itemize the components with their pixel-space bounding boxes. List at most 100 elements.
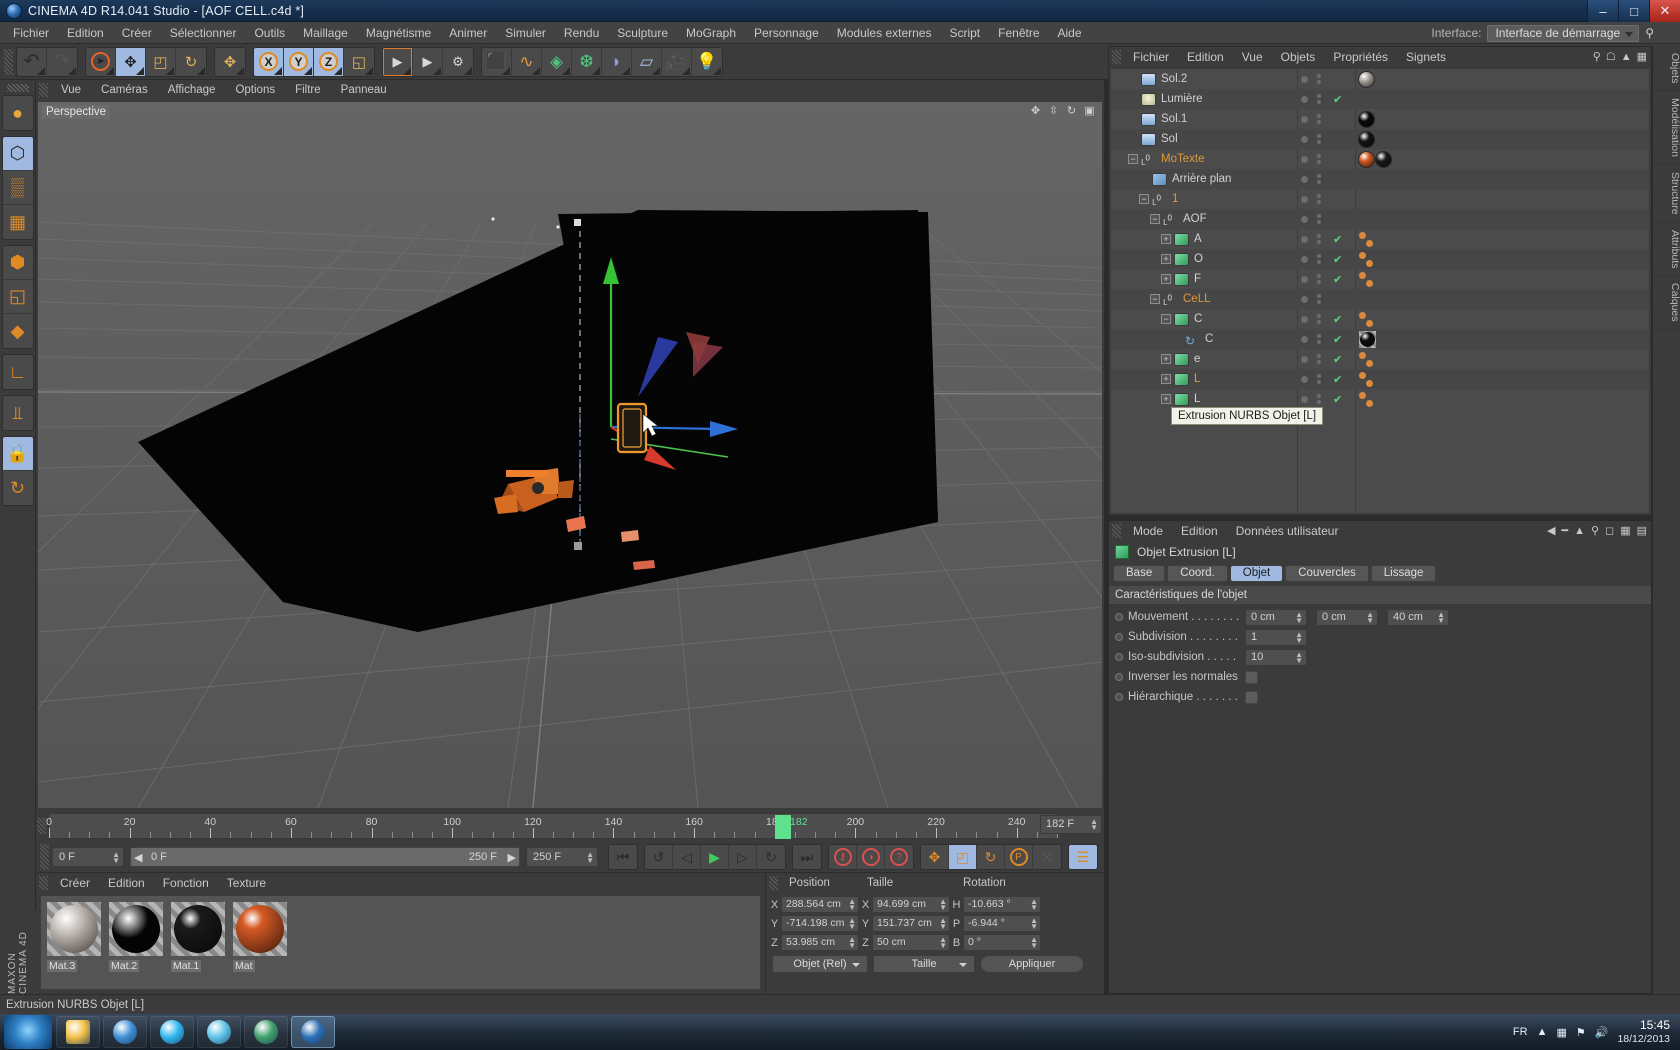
redo-icon[interactable]: ↷: [47, 47, 77, 76]
visibility-editor-dot[interactable]: [1301, 315, 1308, 323]
material-tag[interactable]: [1358, 70, 1375, 88]
taskbar-browser-icon[interactable]: [103, 1016, 147, 1048]
record-key-button[interactable]: ⚷: [829, 845, 857, 869]
undo-icon[interactable]: ↶: [17, 47, 47, 76]
play-button[interactable]: ▶: [701, 845, 729, 869]
mograph-tag[interactable]: [1359, 351, 1373, 367]
expander-toggle[interactable]: +: [1161, 254, 1171, 264]
object-menu-edition[interactable]: Edition: [1178, 46, 1233, 68]
expander-toggle[interactable]: +: [1161, 354, 1171, 364]
attribute-checkbox[interactable]: [1245, 670, 1258, 684]
visibility-editor-dot[interactable]: [1301, 135, 1308, 143]
viewport-grip[interactable]: [39, 83, 48, 97]
material-tag[interactable]: [1359, 330, 1376, 348]
visibility-render-dots[interactable]: [1317, 274, 1321, 284]
next-key-button[interactable]: ↻: [757, 845, 785, 869]
cube-icon[interactable]: ⬛: [482, 47, 512, 76]
expander-toggle[interactable]: −: [1150, 294, 1160, 304]
visibility-editor-dot[interactable]: [1301, 395, 1308, 403]
taskbar-skype-icon[interactable]: [150, 1016, 194, 1048]
enable-check-icon[interactable]: ✔: [1333, 93, 1342, 106]
material-tag[interactable]: [1358, 150, 1375, 168]
keyframe-selection-button[interactable]: ?: [885, 845, 913, 869]
coordinate-size-field[interactable]: 151.737 cm ▲ ▼: [872, 915, 950, 932]
attribute-spinner[interactable]: ▲ ▼: [1295, 630, 1303, 644]
object-menu-vue[interactable]: Vue: [1233, 46, 1272, 68]
expander-toggle[interactable]: +: [1161, 234, 1171, 244]
coordinate-position-field[interactable]: -714.198 cm ▲ ▼: [781, 915, 859, 932]
object-mode-icon[interactable]: ⬡: [2, 137, 33, 171]
back-icon[interactable]: ◀: [1547, 524, 1555, 537]
visibility-render-dots[interactable]: [1317, 214, 1321, 224]
right-tab-objets[interactable]: Objets: [1653, 46, 1680, 92]
attribute-spinner[interactable]: ▲ ▼: [1295, 650, 1303, 664]
menu-item-magn-tisme[interactable]: Magnétisme: [357, 22, 440, 44]
coordinate-position-field[interactable]: 288.564 cm ▲ ▼: [781, 896, 859, 913]
pan-icon[interactable]: ✥: [1029, 105, 1042, 118]
object-menu-objets[interactable]: Objets: [1272, 46, 1325, 68]
visibility-render-dots[interactable]: [1317, 154, 1321, 164]
coordinate-spinner[interactable]: ▲ ▼: [1030, 898, 1038, 912]
select-icon[interactable]: ➤: [86, 47, 116, 76]
material-item[interactable]: Mat.1: [171, 902, 225, 974]
attribute-input[interactable]: 0 cm ▲ ▼: [1316, 608, 1378, 626]
expander-toggle[interactable]: −: [1161, 314, 1171, 324]
menu-item-aide[interactable]: Aide: [1049, 22, 1091, 44]
menu-item-fen-tre[interactable]: Fenêtre: [989, 22, 1048, 44]
taskbar-dreamweaver-icon[interactable]: [244, 1016, 288, 1048]
attribute-input[interactable]: 0 cm ▲ ▼: [1245, 608, 1307, 626]
current-frame-field[interactable]: 0 F ▲ ▼: [52, 847, 124, 867]
visibility-render-dots[interactable]: [1317, 374, 1321, 384]
object-row[interactable]: Sol.2: [1111, 69, 1649, 89]
visibility-editor-dot[interactable]: [1301, 255, 1308, 263]
polygons-mode-icon[interactable]: ◆: [3, 314, 33, 348]
object-row[interactable]: − ʟ0 MoTexte: [1111, 149, 1649, 169]
render-settings-icon[interactable]: ⚙: [443, 47, 473, 76]
visibility-editor-dot[interactable]: [1301, 335, 1308, 343]
visibility-editor-dot[interactable]: [1301, 115, 1308, 123]
rotate-icon[interactable]: ↻: [176, 47, 206, 76]
viewport-menu-caméras[interactable]: Caméras: [91, 80, 158, 100]
coordinate-spinner[interactable]: ▲ ▼: [848, 936, 856, 950]
menu-item-cr-er[interactable]: Créer: [113, 22, 161, 44]
workplane-icon[interactable]: ▦: [3, 205, 33, 239]
coordinate-size-field[interactable]: 50 cm ▲ ▼: [872, 934, 950, 951]
attribute-menu-mode[interactable]: Mode: [1124, 520, 1172, 542]
grid-icon[interactable]: ▦: [1637, 50, 1647, 63]
object-row[interactable]: − ʟ0 1: [1111, 189, 1649, 209]
viewport-canvas[interactable]: Perspective ✥ ⇳ ↻ ▣: [38, 102, 1102, 808]
menu-item-edition[interactable]: Edition: [58, 22, 113, 44]
animbar-grip[interactable]: [40, 844, 49, 870]
viewport-menu-affichage[interactable]: Affichage: [158, 80, 226, 100]
attribute-tab-objet[interactable]: Objet: [1229, 565, 1284, 582]
object-row[interactable]: Arrière plan: [1111, 169, 1649, 189]
coordinate-spinner[interactable]: ▲ ▼: [1030, 917, 1038, 931]
taskbar-cinema4d-icon[interactable]: [291, 1016, 335, 1048]
object-row[interactable]: Lumière ✔: [1111, 89, 1649, 109]
attribute-spinner[interactable]: ▲ ▼: [1437, 610, 1445, 624]
animate-bullet[interactable]: [1115, 653, 1123, 661]
right-tab-calques[interactable]: Calques: [1653, 276, 1680, 330]
coordinate-spinner[interactable]: ▲ ▼: [939, 898, 947, 912]
taskbar-msn-icon[interactable]: [197, 1016, 241, 1048]
visibility-render-dots[interactable]: [1317, 114, 1321, 124]
render-region-icon[interactable]: ▶: [413, 47, 443, 76]
expander-toggle[interactable]: +: [1161, 394, 1171, 404]
expander-toggle[interactable]: +: [1161, 374, 1171, 384]
viewport-menu-filtre[interactable]: Filtre: [285, 80, 331, 100]
object-axis-icon[interactable]: ∟: [3, 355, 33, 389]
timeline-ruler[interactable]: 020406080100120140160180200220240 182: [46, 813, 1058, 839]
magnet-icon[interactable]: ⫫: [3, 396, 33, 430]
visibility-render-dots[interactable]: [1317, 394, 1321, 404]
expander-toggle[interactable]: −: [1128, 154, 1138, 164]
lock-workplane-icon[interactable]: 🔒: [2, 437, 33, 471]
autokey-button[interactable]: ◑: [857, 845, 885, 869]
pin-icon[interactable]: ▲: [1574, 525, 1585, 537]
menu-item-rendu[interactable]: Rendu: [555, 22, 608, 44]
forward-icon[interactable]: ━: [1561, 524, 1568, 537]
minimize-button[interactable]: –: [1587, 0, 1618, 22]
search-icon[interactable]: ⚲: [1591, 524, 1599, 537]
visibility-render-dots[interactable]: [1317, 294, 1321, 304]
attribute-menu-donn-es-utilisateur[interactable]: Données utilisateur: [1227, 520, 1348, 542]
attribute-input[interactable]: 10 ▲ ▼: [1245, 648, 1307, 666]
